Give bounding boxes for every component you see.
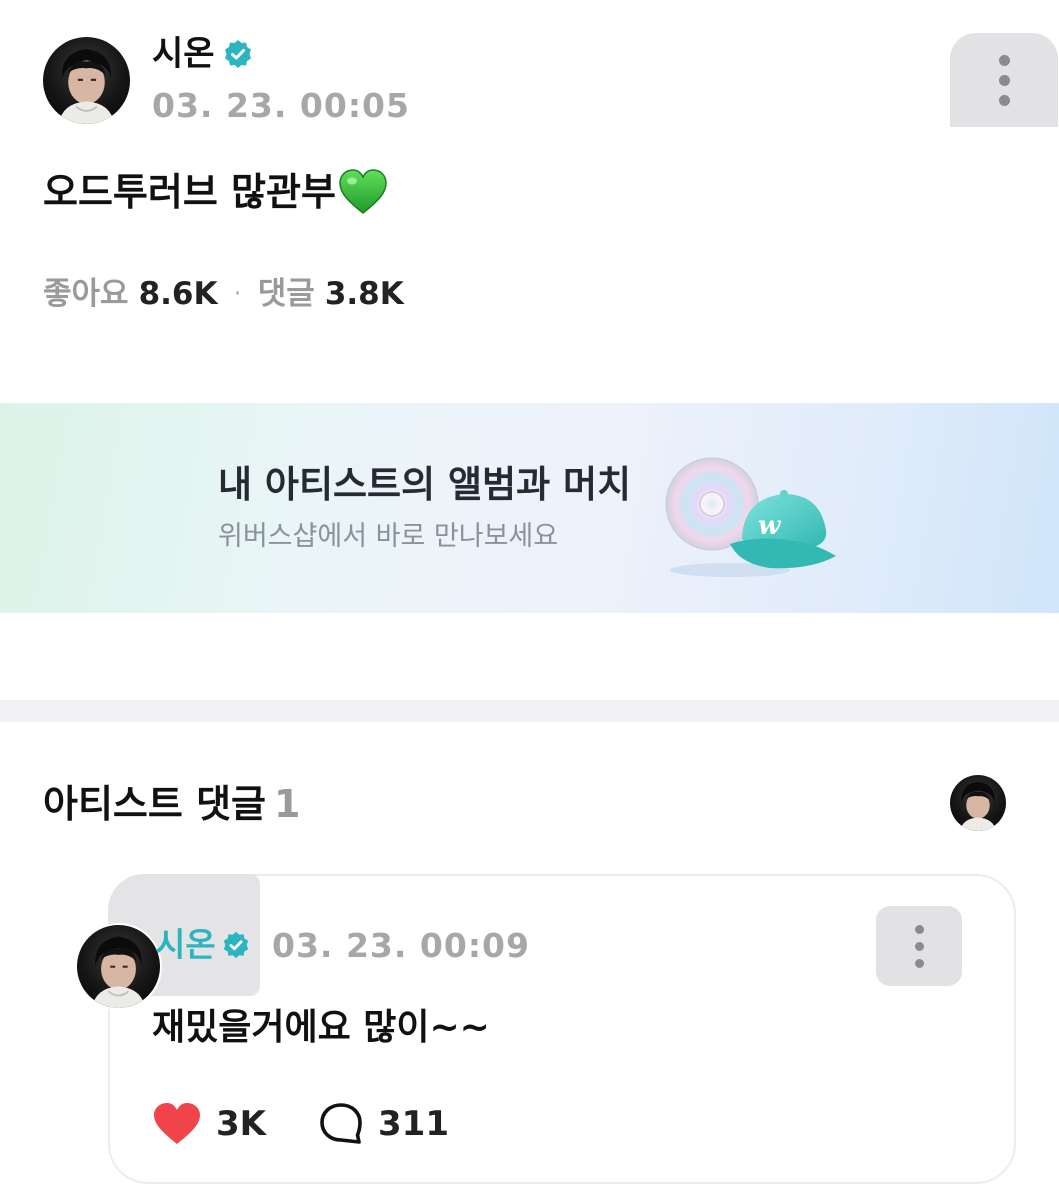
banner-title: 내 아티스트의 앨범과 머치 [218,463,632,506]
album-and-cap-illustration: w [665,457,836,577]
more-dot-icon [914,924,924,934]
more-dot-icon [998,54,1010,66]
comment-label: 댓글 [257,276,315,312]
post-text: 오드투러브 많관부 [43,170,336,214]
like-count[interactable]: 8.6K [139,272,218,316]
post-author-name: 시온 [152,34,215,74]
like-label: 좋아요 [43,276,129,312]
post-more-button[interactable] [950,33,1058,127]
banner-subtitle: 위버스샵에서 바로 만나보세요 [218,521,559,552]
more-dot-icon [998,94,1010,106]
artist-comments-title: 아티스트 댓글 [43,782,266,826]
speech-bubble-icon [320,1103,362,1144]
comment-author-name: 시온 [155,925,216,964]
post-detail-page: 시온 03. 23. 00:05 오드투러브 많관부 좋아요 8.6K · 댓글 [0,0,1059,1200]
green-heart-icon [339,169,387,214]
comment-count[interactable]: 3.8K [325,272,404,316]
artist-filter-avatar[interactable] [950,775,1006,831]
comment-like-count: 3K [216,1104,267,1144]
comment-timestamp: 03. 23. 00:09 [272,926,530,965]
comment-author-avatar[interactable] [75,923,162,1010]
post-stats: 좋아요 8.6K · 댓글 3.8K [43,272,404,316]
stats-separator: · [233,279,242,309]
comment-reply-count: 311 [378,1104,449,1144]
artist-comments-count: 1 [274,782,301,826]
post-author[interactable]: 시온 [152,34,253,74]
shop-promo-banner[interactable] [0,403,1059,613]
artist-comments-header: 아티스트 댓글 1 [43,780,300,828]
author-avatar[interactable] [43,37,130,124]
svg-text:w: w [758,511,782,541]
heart-icon [154,1103,200,1144]
comment-like-button[interactable]: 3K [152,1102,266,1146]
comment-actions: 3K 311 [152,1098,501,1150]
more-dot-icon [914,941,924,951]
post-content: 오드투러브 많관부 [43,164,388,220]
verified-badge-icon [223,931,248,959]
comment-reply-button[interactable]: 311 [318,1102,449,1146]
post-timestamp: 03. 23. 00:05 [152,86,410,125]
comment-text: 재밌을거에요 많이~~ [152,1007,490,1048]
verified-badge-icon [224,40,251,68]
comment-author[interactable]: 시온 [155,924,250,966]
section-divider [0,700,1059,722]
comment-more-button[interactable] [876,906,962,986]
more-dot-icon [998,74,1010,86]
more-dot-icon [914,958,924,968]
